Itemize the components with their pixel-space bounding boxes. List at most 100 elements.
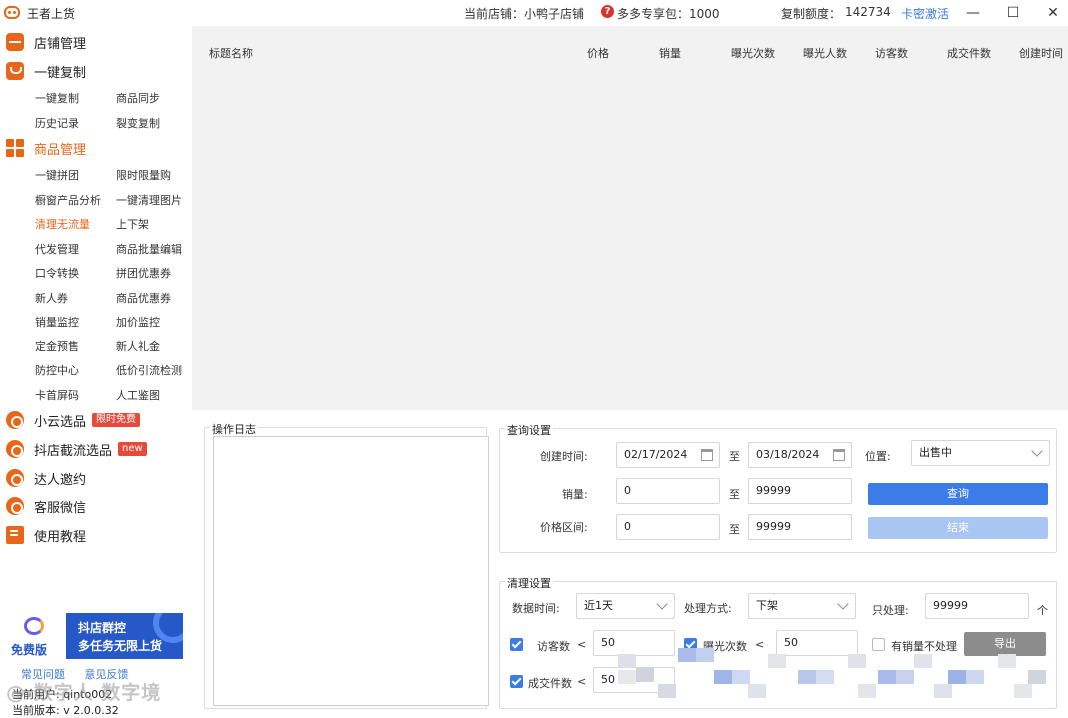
sales-min-field[interactable]: 0 bbox=[616, 478, 720, 504]
nav-douyin[interactable]: 抖店截流选品 new bbox=[6, 437, 147, 461]
visitors-threshold-value: 50 bbox=[601, 636, 615, 649]
minimize-button[interactable]: — bbox=[958, 2, 988, 24]
col-exposure-people[interactable]: 曝光人数 bbox=[803, 45, 847, 61]
visitors-checkbox[interactable] bbox=[510, 638, 523, 651]
nav-kefu[interactable]: 客服微信 bbox=[6, 494, 86, 518]
intercept-icon bbox=[6, 440, 24, 458]
log-title: 操作日志 bbox=[210, 421, 258, 437]
sub-goods-sync[interactable]: 商品同步 bbox=[116, 90, 160, 106]
nav-label: 客服微信 bbox=[34, 500, 87, 516]
promo-line1: 抖店群控 bbox=[78, 621, 127, 635]
sub-dropship[interactable]: 代发管理 bbox=[35, 241, 79, 257]
end-date-value: 03/18/2024 bbox=[756, 448, 820, 461]
activate-link[interactable]: 卡密激活 bbox=[901, 5, 949, 22]
sub-low-price-check[interactable]: 低价引流检测 bbox=[116, 362, 182, 378]
new-badge: new bbox=[118, 442, 147, 456]
sub-group-coupon[interactable]: 拼团优惠券 bbox=[116, 265, 171, 281]
col-sales[interactable]: 销量 bbox=[659, 45, 681, 61]
sub-token-convert[interactable]: 口令转换 bbox=[35, 265, 79, 281]
sub-clean-images[interactable]: 一键清理图片 bbox=[116, 192, 182, 208]
sub-one-click-copy[interactable]: 一键复制 bbox=[35, 90, 79, 106]
query-button[interactable]: 查询 bbox=[868, 483, 1048, 505]
log-textarea[interactable] bbox=[213, 436, 489, 706]
sub-newcomer-coupon[interactable]: 新人券 bbox=[35, 290, 68, 306]
position-value: 出售中 bbox=[919, 446, 952, 459]
end-button[interactable]: 结束 bbox=[868, 517, 1048, 539]
calendar-icon[interactable] bbox=[701, 449, 713, 461]
book-icon bbox=[6, 526, 24, 544]
nav-label: 小云选品 bbox=[34, 414, 87, 430]
sub-history[interactable]: 历史记录 bbox=[35, 115, 79, 131]
nav-label: 商品管理 bbox=[34, 142, 87, 158]
quota-label: 复制额度： bbox=[781, 7, 842, 21]
sub-fission-copy[interactable]: 裂变复制 bbox=[116, 115, 160, 131]
nav-xiaoyun[interactable]: 小云选品 限时免费 bbox=[6, 408, 141, 432]
nav-label: 抖店截流选品 bbox=[34, 443, 113, 459]
chevron-down-icon bbox=[656, 598, 668, 610]
col-orders[interactable]: 成交件数 bbox=[947, 45, 991, 61]
sub-clean-no-traffic[interactable]: 清理无流量 bbox=[35, 216, 90, 232]
sidebar: 店铺管理 一键复制 一键复制 商品同步 历史记录 裂变复制 商品管理 一键拼团 … bbox=[0, 26, 192, 717]
nav-store-manage[interactable]: 店铺管理 bbox=[6, 30, 86, 54]
nav-daren[interactable]: 达人邀约 bbox=[6, 466, 86, 490]
data-time-select[interactable]: 近1天 bbox=[576, 593, 675, 619]
close-button[interactable]: ✕ bbox=[1038, 2, 1068, 24]
sub-goods-coupon[interactable]: 商品优惠券 bbox=[116, 290, 171, 306]
app-title: 王者上货 bbox=[27, 7, 76, 21]
start-date-field[interactable]: 02/17/2024 bbox=[616, 442, 720, 468]
price-min-field[interactable]: 0 bbox=[616, 514, 720, 540]
col-exposure-count[interactable]: 曝光次数 bbox=[731, 45, 775, 61]
current-store: 当前店铺：小鸭子店铺 bbox=[464, 7, 585, 21]
col-visitors[interactable]: 访客数 bbox=[875, 45, 908, 61]
sub-deposit-presale[interactable]: 定金预售 bbox=[35, 338, 79, 354]
sub-first-screen-code[interactable]: 卡首屏码 bbox=[35, 387, 79, 403]
sub-batch-edit[interactable]: 商品批量编辑 bbox=[116, 241, 182, 257]
method-select[interactable]: 下架 bbox=[748, 593, 856, 619]
unit-label: 个 bbox=[1037, 604, 1048, 617]
visitors-label: 访客数 bbox=[537, 640, 570, 653]
promo-line2: 多任务无限上货 bbox=[78, 639, 163, 653]
sub-price-monitor[interactable]: 加价监控 bbox=[116, 314, 160, 330]
nav-label: 一键复制 bbox=[34, 65, 87, 81]
to-label: 至 bbox=[729, 450, 740, 463]
sub-window-analysis[interactable]: 橱窗产品分析 bbox=[35, 192, 101, 208]
orders-label: 成交件数 bbox=[528, 677, 572, 690]
promo-logo-area: 免费版 bbox=[6, 613, 66, 659]
copy-icon bbox=[6, 62, 24, 80]
col-price[interactable]: 价格 bbox=[587, 45, 609, 61]
col-create-time[interactable]: 创建时间 bbox=[1019, 45, 1063, 61]
sub-newcomer-gift[interactable]: 新人礼金 bbox=[116, 338, 160, 354]
end-date-field[interactable]: 03/18/2024 bbox=[748, 442, 852, 468]
help-icon[interactable]: ? bbox=[601, 5, 614, 18]
maximize-button[interactable]: ☐ bbox=[998, 2, 1028, 24]
search-icon bbox=[6, 411, 24, 429]
price-max-field[interactable]: 99999 bbox=[748, 514, 852, 540]
pixelated-overlay bbox=[618, 640, 1058, 700]
method-value: 下架 bbox=[756, 599, 778, 612]
sub-group-buy[interactable]: 一键拼团 bbox=[35, 167, 79, 183]
sub-limited-buy[interactable]: 限时限量购 bbox=[116, 167, 171, 183]
sub-manual-review[interactable]: 人工鉴图 bbox=[116, 387, 160, 403]
headset-icon bbox=[6, 497, 24, 515]
position-select[interactable]: 出售中 bbox=[911, 440, 1050, 466]
sub-sales-monitor[interactable]: 销量监控 bbox=[35, 314, 79, 330]
nav-goods-manage[interactable]: 商品管理 bbox=[6, 136, 86, 160]
sub-shelf[interactable]: 上下架 bbox=[116, 216, 149, 232]
chat-icon bbox=[6, 469, 24, 487]
pack-info: 多多专享包：1000 bbox=[617, 7, 720, 21]
orders-threshold-value: 50 bbox=[601, 673, 615, 686]
query-settings: 查询设置 创建时间: 02/17/2024 至 03/18/2024 位置: 出… bbox=[499, 422, 1057, 553]
price-label: 价格区间: bbox=[540, 521, 588, 534]
sales-max-field[interactable]: 99999 bbox=[748, 478, 852, 504]
calendar-icon[interactable] bbox=[833, 449, 845, 461]
orders-checkbox[interactable] bbox=[510, 675, 523, 688]
promo-banner[interactable]: 免费版 抖店群控 多任务无限上货 bbox=[6, 613, 183, 659]
nav-tutorial[interactable]: 使用教程 bbox=[6, 523, 86, 547]
only-process-field[interactable]: 99999 bbox=[925, 593, 1029, 619]
nav-one-click-copy[interactable]: 一键复制 bbox=[6, 59, 86, 83]
nav-label: 达人邀约 bbox=[34, 472, 87, 488]
col-title[interactable]: 标题名称 bbox=[209, 45, 253, 61]
sub-risk-center[interactable]: 防控中心 bbox=[35, 362, 79, 378]
chevron-down-icon bbox=[1031, 445, 1043, 457]
watermark: @ 数字人 数字境 bbox=[6, 682, 162, 704]
